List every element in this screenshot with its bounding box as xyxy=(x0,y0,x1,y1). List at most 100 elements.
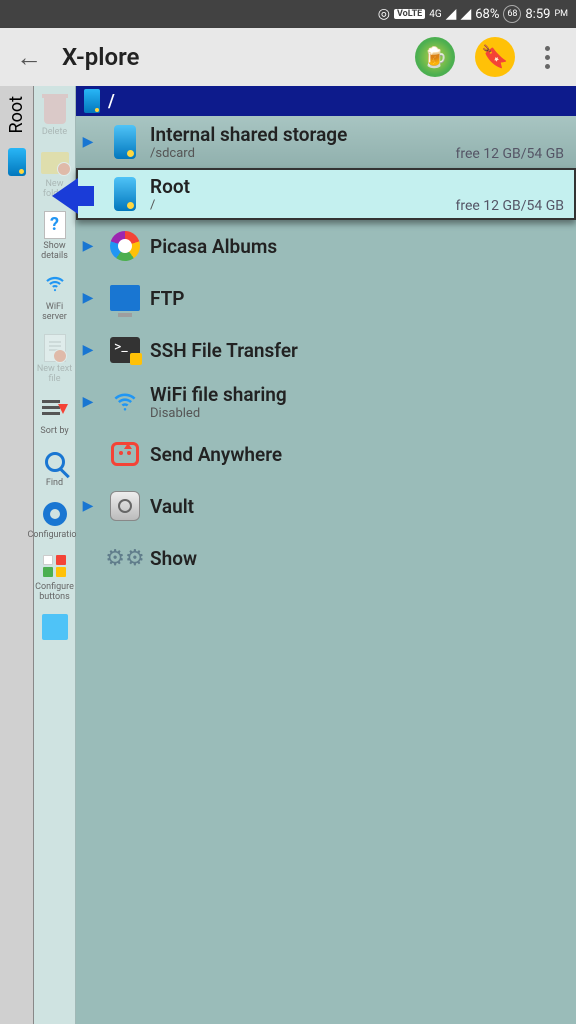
back-button[interactable]: ← xyxy=(16,42,42,73)
list-item[interactable]: ▶ >_ SSH File Transfer xyxy=(76,324,576,376)
item-name: WiFi file sharing xyxy=(150,383,287,406)
item-name: SSH File Transfer xyxy=(150,339,298,362)
show-icon: ⚙⚙ xyxy=(108,541,142,575)
tool-label: Sort by xyxy=(40,427,68,437)
tool-delete[interactable]: Delete xyxy=(34,92,76,142)
item-name: Vault xyxy=(150,495,194,518)
trash-icon xyxy=(40,96,70,126)
gear-icon xyxy=(40,499,70,529)
item-name: Internal shared storage xyxy=(150,123,347,146)
ftp-icon xyxy=(108,281,142,315)
textfile-icon xyxy=(40,333,70,363)
item-body: Vault xyxy=(150,495,570,518)
list-item[interactable]: ▶ FTP xyxy=(76,272,576,324)
item-info: free 12 GB/54 GB xyxy=(455,198,570,214)
item-body: WiFi file sharingDisabled xyxy=(150,383,570,421)
item-name: FTP xyxy=(150,287,185,310)
battery-percent: 68% xyxy=(475,7,499,22)
tool-wifi-server[interactable]: WiFi server xyxy=(34,267,76,327)
item-body: Internal shared storage/sdcard free 12 GB… xyxy=(150,123,570,162)
clock-ampm: PM xyxy=(554,9,568,19)
phone-icon xyxy=(8,148,26,176)
status-bar: ◎ VoLTE 4G ◢ ◢ 68% 68 8:59 PM xyxy=(0,0,576,28)
expand-icon[interactable]: ▶ xyxy=(76,498,100,514)
item-body: Root/ free 12 GB/54 GB xyxy=(150,175,570,214)
app-title: X-plore xyxy=(62,43,395,71)
tool-new-text-file[interactable]: New text file xyxy=(34,329,76,389)
tool-label: New text file xyxy=(34,365,76,385)
item-info: free 12 GB/54 GB xyxy=(455,146,570,162)
volte-badge: VoLTE xyxy=(394,9,425,19)
tool-configure-buttons[interactable]: Configure buttons xyxy=(34,547,76,607)
expand-icon[interactable]: ▶ xyxy=(76,238,100,254)
phone-icon xyxy=(108,177,142,211)
item-name: Show xyxy=(150,547,197,570)
expand-icon[interactable]: ▶ xyxy=(76,342,100,358)
phone-icon xyxy=(108,125,142,159)
circle-indicator: 68 xyxy=(503,5,521,23)
tool-label: Configure buttons xyxy=(34,583,76,603)
signal-icon-2: ◢ xyxy=(460,6,471,22)
vault-icon xyxy=(108,489,142,523)
list-item[interactable]: ▶ Picasa Albums xyxy=(76,220,576,272)
overflow-menu-button[interactable] xyxy=(535,46,560,69)
tool-find[interactable]: Find xyxy=(34,443,76,493)
ssh-icon: >_ xyxy=(108,333,142,367)
clock-time: 8:59 xyxy=(525,7,550,22)
tool-item[interactable] xyxy=(34,608,76,648)
network-type: 4G xyxy=(429,9,441,20)
item-name: Picasa Albums xyxy=(150,235,277,258)
blank-icon xyxy=(40,612,70,642)
item-body: FTP xyxy=(150,287,570,310)
send-icon xyxy=(108,437,142,471)
expand-icon[interactable]: ▶ xyxy=(76,394,100,410)
tool-label: WiFi server xyxy=(34,303,76,323)
item-name: Send Anywhere xyxy=(150,443,282,466)
tool-label: Delete xyxy=(42,128,67,138)
item-body: Send Anywhere xyxy=(150,443,570,466)
selection-arrow-icon xyxy=(34,178,78,214)
path-bar[interactable]: / xyxy=(76,86,576,116)
item-body: Show xyxy=(150,547,570,570)
bookmark-button[interactable]: 🔖 xyxy=(475,37,515,77)
list-item[interactable]: ⚙⚙ Show xyxy=(76,532,576,584)
file-panel: / ▶ Internal shared storage/sdcard free 12… xyxy=(76,86,576,1024)
expand-icon[interactable]: ▶ xyxy=(76,134,100,150)
cfgbtn-icon xyxy=(40,551,70,581)
toolbar-sidebar: DeleteNew folder?Show detailsWiFi server… xyxy=(34,86,76,1024)
item-subtitle: / xyxy=(150,198,155,214)
tool-label: Show details xyxy=(34,242,76,262)
wifi-icon xyxy=(108,385,142,419)
list-item[interactable]: ▶Root/free 12 GB/54 GB xyxy=(76,168,576,220)
vertical-tab[interactable]: Root xyxy=(0,86,34,1024)
phone-icon xyxy=(84,89,100,113)
list-item[interactable]: ▶ Internal shared storage/sdcard free 12 G… xyxy=(76,116,576,168)
hotspot-icon: ◎ xyxy=(378,6,390,22)
wifi-icon xyxy=(40,271,70,301)
tool-sort-by[interactable]: Sort by xyxy=(34,391,76,441)
item-list: ▶ Internal shared storage/sdcard free 12 G… xyxy=(76,116,576,584)
item-body: Picasa Albums xyxy=(150,235,570,258)
tool-configuration[interactable]: Configuration xyxy=(34,495,76,545)
list-item[interactable]: ▶ WiFi file sharingDisabled xyxy=(76,376,576,428)
magnify-icon xyxy=(40,447,70,477)
picasa-icon xyxy=(108,229,142,263)
item-subtitle: Disabled xyxy=(150,406,200,421)
tool-label: Find xyxy=(46,479,63,489)
item-subtitle: /sdcard xyxy=(150,146,195,162)
main-stage: Root DeleteNew folder?Show detailsWiFi s… xyxy=(0,86,576,1024)
item-name: Root xyxy=(150,175,190,198)
item-body: SSH File Transfer xyxy=(150,339,570,362)
app-bar: ← X-plore 🍺 🔖 xyxy=(0,28,576,86)
list-item[interactable]: ▶ Vault xyxy=(76,480,576,532)
tool-label: Configuration xyxy=(28,531,82,541)
list-item[interactable]: Send Anywhere xyxy=(76,428,576,480)
expand-icon[interactable]: ▶ xyxy=(76,290,100,306)
tool-show-details[interactable]: ?Show details xyxy=(34,206,76,266)
donate-button[interactable]: 🍺 xyxy=(415,37,455,77)
doc-icon: ? xyxy=(40,210,70,240)
vertical-tab-label: Root xyxy=(6,86,27,144)
folder-icon xyxy=(40,148,70,178)
sortby-icon xyxy=(40,395,70,425)
current-path: / xyxy=(108,91,115,112)
